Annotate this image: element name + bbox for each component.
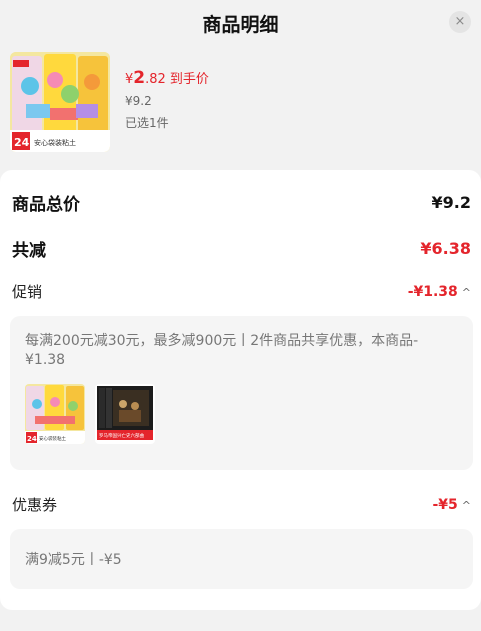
promo-thumbs: 24 安心袋装粘土 罗马帝国兴亡史六部曲 — [25, 384, 458, 444]
promo-value: -¥1.38 — [407, 283, 458, 300]
header: 商品明细 × — [0, 0, 481, 46]
promo-text: 每满200元减30元，最多减900元丨2件商品共享优惠，本商品-¥1.38 — [25, 333, 419, 368]
coupon-label: 优惠券 — [12, 496, 58, 514]
promo-details: 每满200元减30元，最多减900元丨2件商品共享优惠，本商品-¥1.38 24… — [10, 316, 473, 470]
coupon-row[interactable]: 优惠券 -¥5 ^ — [12, 494, 471, 515]
coupon-value: -¥5 — [432, 496, 458, 513]
thumb-badge-text: 24 — [27, 435, 37, 443]
selected-count: 已选1件 — [125, 116, 169, 130]
close-icon[interactable]: × — [449, 11, 471, 33]
product-summary: 24 安心袋装粘土 ¥2.82 到手价 ¥9.2 已选1件 — [0, 50, 481, 160]
product-image: 24 安心袋装粘土 — [10, 52, 110, 152]
final-price: ¥2.82 到手价 — [125, 68, 209, 88]
promo-toggle[interactable]: -¥1.38 ^ — [408, 284, 471, 300]
coupon-toggle[interactable]: -¥5 ^ — [432, 497, 471, 513]
product-info: ¥2.82 到手价 ¥9.2 已选1件 — [125, 68, 209, 131]
chevron-up-icon: ^ — [461, 498, 471, 512]
thumb-caption-text: 罗马帝国兴亡史六部曲 — [99, 432, 144, 439]
original-price: ¥9.2 — [125, 94, 152, 108]
promo-product-thumb[interactable]: 24 安心袋装粘土 — [25, 384, 85, 444]
caption-text: 安心袋装粘土 — [34, 138, 76, 147]
detail-card: 商品总价 ¥9.2 共减 ¥6.38 促销 -¥1.38 ^ 每满200元减30元… — [0, 170, 481, 610]
reduce-row: 共减 ¥6.38 — [12, 236, 471, 261]
total-row: 商品总价 ¥9.2 — [12, 190, 471, 215]
promo-book-thumb[interactable]: 罗马帝国兴亡史六部曲 — [95, 384, 155, 444]
price-decimal: .82 — [145, 72, 166, 87]
page-title: 商品明细 — [202, 14, 279, 36]
reduce-label: 共减 — [12, 241, 46, 261]
total-value: ¥9.2 — [431, 193, 471, 212]
badge-text: 24 — [14, 136, 30, 149]
price-integer: 2 — [133, 68, 146, 88]
total-label: 商品总价 — [12, 195, 80, 215]
coupon-details: 满9减5元丨-¥5 — [10, 529, 473, 589]
reduce-value: ¥6.38 — [420, 239, 471, 258]
promo-label: 促销 — [12, 283, 43, 301]
coupon-text: 满9减5元丨-¥5 — [25, 552, 122, 568]
price-tag: 到手价 — [169, 72, 209, 87]
thumb-caption-text: 安心袋装粘土 — [39, 435, 66, 442]
chevron-up-icon: ^ — [461, 285, 471, 299]
promo-row[interactable]: 促销 -¥1.38 ^ — [12, 281, 471, 302]
